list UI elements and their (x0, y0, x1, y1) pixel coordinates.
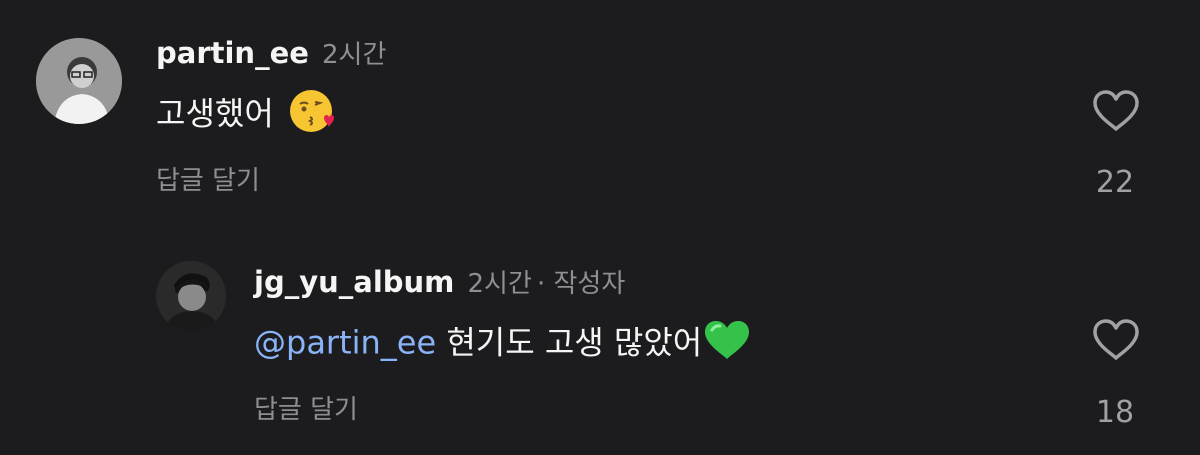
mention-link[interactable]: @partin_ee (254, 324, 436, 362)
username[interactable]: jg_yu_album (254, 265, 454, 299)
timestamp: 2시간 (322, 40, 387, 70)
avatar[interactable] (156, 261, 226, 331)
like-count: 22 (1095, 165, 1135, 200)
heart-icon[interactable] (1092, 89, 1140, 133)
comment-text: 고생했어 (156, 88, 338, 143)
kissing-face-with-heart-emoji (288, 88, 338, 143)
profile-photo-icon (156, 261, 226, 331)
comment-header: partin_ee 2시간 (156, 34, 386, 71)
avatar[interactable] (36, 38, 122, 124)
timestamp: 2시간 (467, 269, 532, 299)
heart-icon[interactable] (1092, 318, 1140, 362)
green-heart-emoji (702, 318, 752, 371)
comment-text: @partin_ee 현기도 고생 많았어 (254, 318, 752, 371)
profile-photo-icon (36, 38, 122, 124)
comment-header: jg_yu_album 2시간 · 작성자 (254, 263, 625, 300)
like-count: 18 (1095, 395, 1135, 430)
comment-body: 현기도 고생 많았어 (446, 323, 703, 362)
comment-body: 고생했어 (156, 94, 274, 133)
username[interactable]: partin_ee (156, 36, 309, 70)
reply-button[interactable]: 답글 달기 (254, 389, 358, 426)
author-badge: · 작성자 (536, 269, 626, 299)
reply-button[interactable]: 답글 달기 (156, 160, 260, 197)
